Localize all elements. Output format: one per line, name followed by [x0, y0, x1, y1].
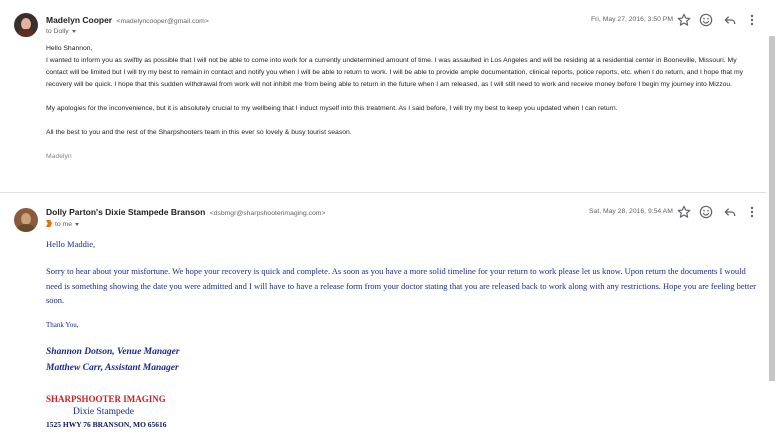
scrollbar-thumb[interactable] — [769, 36, 775, 381]
body-paragraph: My apologies for the inconvenience, but … — [46, 105, 618, 112]
sender-email: <dsbmgr@sharpshooterimaging.com> — [209, 210, 326, 217]
signature-block: Shannon Dotson, Venue Manager Matthew Ca… — [46, 344, 760, 376]
body-paragraph: All the best to you and the rest of the … — [46, 129, 352, 136]
more-vert-icon[interactable] — [744, 12, 760, 28]
reply-icon[interactable] — [722, 204, 738, 220]
emoji-icon[interactable] — [698, 204, 714, 220]
body-closing: Thank You, — [46, 320, 79, 329]
sender: Dolly Parton's Dixie Stampede Branson <d… — [46, 207, 325, 217]
importance-marker-icon[interactable] — [46, 220, 52, 227]
recipient-details-toggle[interactable]: to Dolly — [46, 28, 76, 35]
signature-company: SHARPSHOOTER IMAGING — [46, 393, 166, 404]
email-thread: Madelyn Cooper <madelyncooper@gmail.com>… — [0, 0, 780, 447]
star-icon[interactable] — [676, 204, 692, 220]
sender-name[interactable]: Madelyn Cooper — [46, 15, 112, 25]
avatar[interactable] — [14, 13, 38, 37]
body-paragraph: Sorry to hear about your misfortune. We … — [46, 266, 756, 305]
signature-address: 1525 HWY 76 BRANSON, MO 65616 — [46, 419, 167, 429]
sender-name[interactable]: Dolly Parton's Dixie Stampede Branson — [46, 207, 205, 217]
body-greeting: Hello Shannon, — [46, 45, 93, 52]
email-message: Dolly Parton's Dixie Stampede Branson <d… — [0, 196, 766, 447]
recipient-label: to Dolly — [46, 28, 69, 35]
avatar[interactable] — [14, 208, 38, 232]
message-body: Hello Shannon, I wanted to inform you as… — [46, 43, 760, 163]
recipient-details-toggle[interactable]: to me — [46, 220, 79, 228]
message-date: Sat, May 28, 2016, 9:54 AM — [589, 208, 673, 215]
message-divider — [0, 192, 766, 193]
scrollbar[interactable] — [766, 0, 780, 447]
signature-assistant-manager: Matthew Carr, Assistant Manager — [46, 362, 179, 373]
email-message: Madelyn Cooper <madelyncooper@gmail.com>… — [0, 0, 766, 192]
body-greeting: Hello Maddie, — [46, 239, 96, 249]
sender: Madelyn Cooper <madelyncooper@gmail.com> — [46, 15, 209, 25]
chevron-down-icon — [71, 29, 76, 33]
body-paragraph: I wanted to inform you as swiftly as pos… — [46, 57, 744, 88]
signature-manager: Shannon Dotson, Venue Manager — [46, 346, 180, 357]
star-icon[interactable] — [676, 12, 692, 28]
sender-email: <madelyncooper@gmail.com> — [116, 18, 209, 25]
signature-venue: Dixie Stampede — [73, 406, 134, 417]
message-body: Hello Maddie, Sorry to hear about your m… — [46, 238, 760, 430]
emoji-icon[interactable] — [698, 12, 714, 28]
chevron-down-icon — [75, 222, 79, 226]
recipient-label: to me — [55, 221, 72, 228]
more-vert-icon[interactable] — [744, 204, 760, 220]
reply-icon[interactable] — [722, 12, 738, 28]
body-signature: Madelyn — [46, 153, 72, 160]
message-date: Fri, May 27, 2016, 3:50 PM — [591, 16, 673, 23]
